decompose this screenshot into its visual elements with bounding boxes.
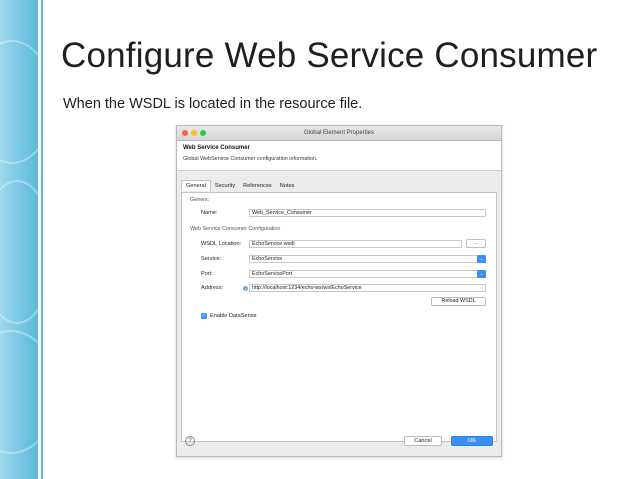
name-label: Name: [201, 210, 218, 216]
tab-notes[interactable]: Notes [276, 181, 299, 191]
ok-button[interactable]: OK [451, 436, 493, 446]
window-title: Global Element Properties [303, 130, 375, 136]
tab-security[interactable]: Security [211, 181, 239, 191]
cancel-button[interactable]: Cancel [404, 436, 442, 446]
header-description: Global WebService Consumer configuration… [183, 156, 318, 162]
wsdl-location-input[interactable]: EchoService.wsdl [249, 240, 462, 248]
decorative-band [0, 0, 38, 479]
tab-general[interactable]: General [181, 180, 211, 191]
browse-button[interactable]: ... [466, 239, 486, 248]
slide-title: Configure Web Service Consumer [61, 36, 598, 75]
dialog-footer: ? Cancel OK [177, 426, 501, 456]
port-value: EchoServicePort [252, 271, 293, 277]
generic-group-label: Generic [190, 197, 209, 203]
service-value: EchoService [252, 256, 283, 262]
config-group-label: Web Service Consumer Configuration [190, 226, 281, 232]
port-select[interactable]: EchoServicePort ⌄ [249, 270, 486, 278]
decorative-line [41, 0, 43, 479]
tab-references[interactable]: References [239, 181, 276, 191]
info-icon: i [243, 286, 248, 291]
checkbox-checked-icon[interactable]: ✓ [201, 313, 207, 319]
slide-subtitle: When the WSDL is located in the resource… [63, 96, 363, 112]
enable-datasense-label[interactable]: Enable DataSense [210, 313, 257, 319]
port-label: Port: [201, 271, 213, 277]
global-element-properties-dialog: Global Element Properties Web Service Co… [176, 125, 502, 457]
help-icon[interactable]: ? [185, 436, 195, 446]
title-bar[interactable]: Global Element Properties [177, 126, 501, 141]
tab-bar: General Security References Notes [177, 180, 501, 192]
service-label: Service: [201, 256, 222, 262]
dialog-header: Web Service Consumer Global WebService C… [177, 141, 501, 171]
reload-wsdl-button[interactable]: Reload WSDL [431, 297, 486, 306]
address-input[interactable]: http://localhost:1234/echo-ws/ws/EchoSer… [249, 284, 486, 292]
wave-decoration [0, 40, 38, 164]
wave-decoration [0, 180, 38, 324]
wsdl-location-label: WSDL Location: [201, 241, 242, 247]
general-panel: Generic Name: Web_Service_Consumer Web S… [181, 192, 497, 442]
wave-decoration [0, 330, 38, 454]
address-label: Address: [201, 285, 224, 291]
name-input[interactable]: Web_Service_Consumer [249, 209, 486, 217]
chevron-down-icon[interactable]: ⌄ [477, 270, 486, 278]
header-title: Web Service Consumer [183, 145, 250, 151]
chevron-down-icon[interactable]: ⌄ [477, 255, 486, 263]
service-select[interactable]: EchoService ⌄ [249, 255, 486, 263]
